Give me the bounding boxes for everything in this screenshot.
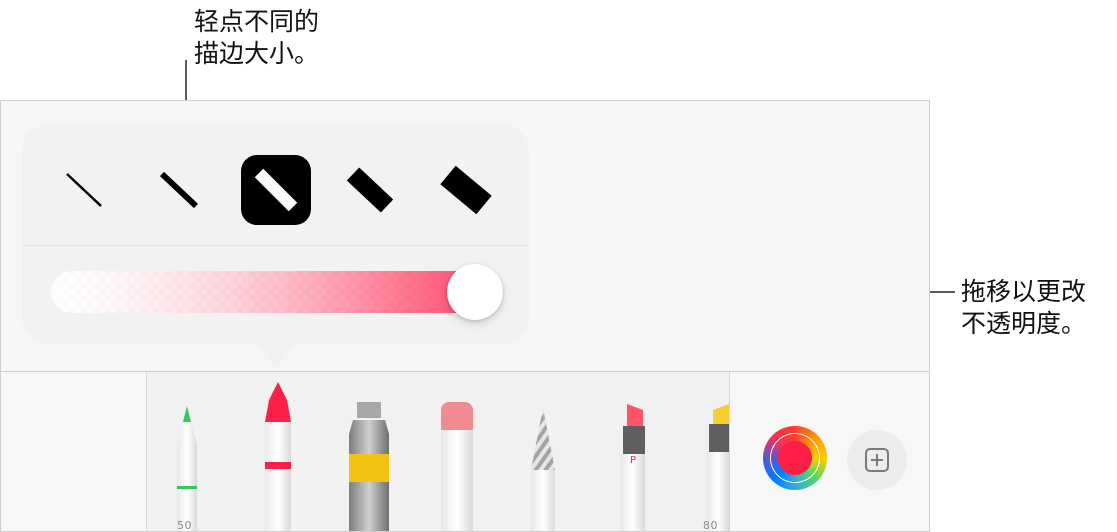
toolbar: 50 P 80: [1, 371, 929, 532]
stroke-size-options: [23, 125, 528, 245]
stroke-size-option-5[interactable]: [432, 155, 502, 225]
marker-icon: P: [621, 404, 645, 531]
eraser-icon: [441, 402, 473, 531]
marker-letter: P: [630, 455, 636, 466]
highlighter-tool[interactable]: 80: [703, 404, 729, 532]
add-tool-button[interactable]: [847, 430, 907, 490]
color-picker-button[interactable]: [763, 426, 827, 490]
popover-divider: [23, 245, 528, 246]
crayon-icon: [265, 382, 291, 531]
stroke-size-1-icon: [66, 173, 102, 207]
opacity-slider[interactable]: [51, 264, 503, 320]
popover-arrow: [252, 341, 300, 369]
paint-icon: [349, 402, 389, 531]
stroke-size-5-icon: [440, 165, 492, 215]
stroke-size-option-4[interactable]: [336, 155, 406, 225]
stroke-size-option-1[interactable]: [50, 155, 120, 225]
stroke-size-option-3[interactable]: [241, 155, 311, 225]
stroke-size-4-icon: [346, 167, 394, 213]
stroke-size-2-icon: [159, 171, 199, 209]
highlighter-size-label: 80: [703, 519, 718, 532]
pen-size-label: 50: [177, 519, 192, 532]
marker-tool[interactable]: P: [609, 402, 655, 531]
tool-bay: 50 P 80: [146, 372, 730, 532]
paint-tool[interactable]: [339, 402, 399, 531]
stroke-size-3-icon: [254, 168, 298, 212]
pencil-icon: [531, 408, 555, 531]
stroke-popover: [23, 125, 528, 343]
opacity-callout: 拖移以更改 不透明度。: [961, 277, 1087, 338]
pen-icon: [177, 406, 197, 531]
pen-tool[interactable]: 50: [161, 402, 213, 532]
stroke-size-callout: 轻点不同的 描边大小。: [194, 7, 320, 68]
opacity-track[interactable]: [51, 271, 503, 313]
stroke-size-option-2[interactable]: [145, 155, 215, 225]
add-icon: [865, 448, 889, 472]
drawing-app: 50 P 80: [0, 100, 930, 532]
highlighter-icon: [707, 404, 729, 531]
pencil-tool[interactable]: [521, 404, 565, 531]
opacity-thumb[interactable]: [447, 264, 503, 320]
crayon-tool[interactable]: [251, 378, 305, 531]
eraser-tool[interactable]: [433, 402, 481, 531]
